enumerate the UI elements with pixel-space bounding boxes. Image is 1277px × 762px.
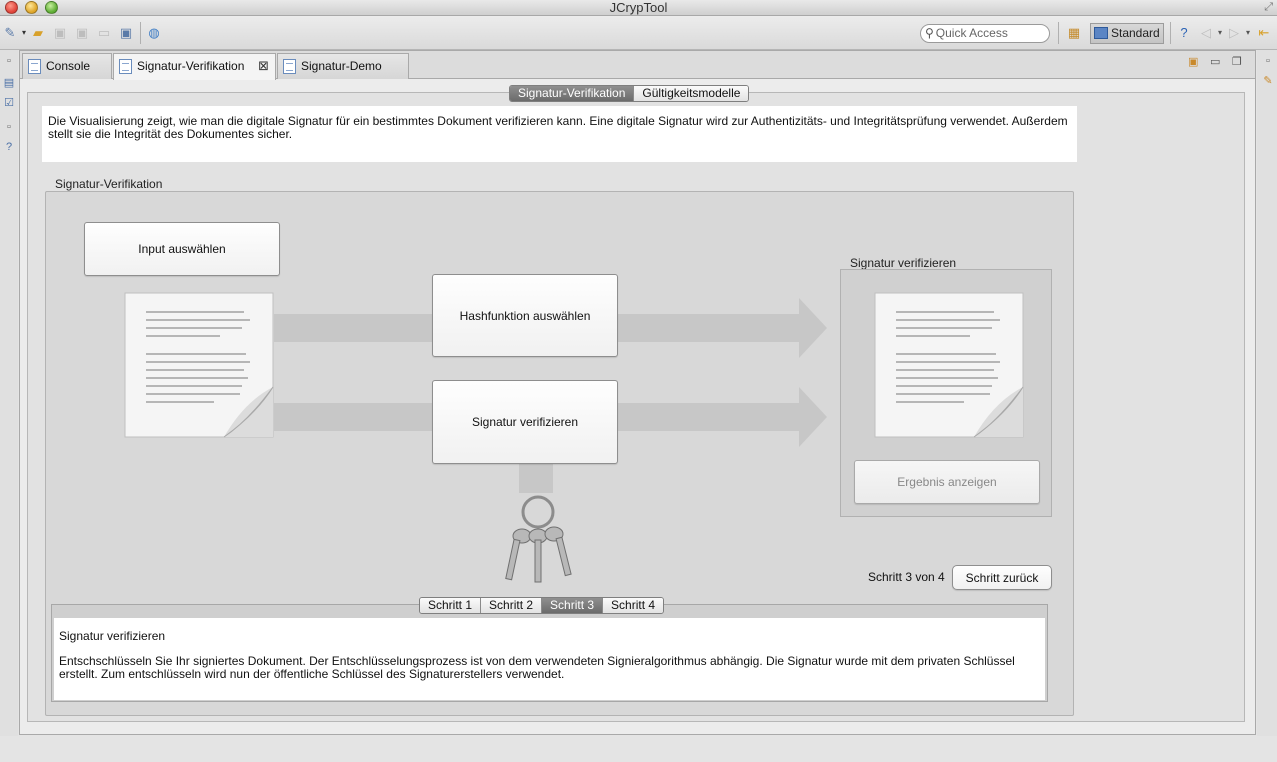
step-description-body: Entschschlüsseln Sie Ihr signiertes Doku… [59,654,1015,681]
group-label: Signatur-Verifikation [55,177,163,191]
open-folder-icon[interactable]: ▰ [30,25,46,41]
hash-function-label: Hashfunktion auswählen [459,308,591,323]
fullscreen-icon[interactable]: ⤢ [1264,1,1273,14]
tab-label: Signatur-Verifikation [137,59,245,73]
view-switch-gueltigkeitsmodelle[interactable]: Gültigkeitsmodelle [633,86,749,101]
close-tab-icon[interactable]: ⊠ [258,54,269,78]
document-icon [119,59,132,74]
toolbar-separator [140,22,141,44]
step-back-label: Schritt zurück [965,570,1039,585]
step-description-title: Signatur verifizieren [59,629,166,643]
status-bar [0,736,1277,762]
open-perspective-icon[interactable]: ▦ [1066,25,1082,41]
maximize-icon[interactable]: ❐ [1232,55,1242,68]
step-back-button[interactable]: Schritt zurück [952,565,1052,590]
step-3-segment[interactable]: Schritt 3 [541,598,603,613]
main-toolbar: ✎ ▾ ▰ ▣ ▣ ▭ ▣ ◍ ⚲ Quick Access ▦ Standard… [0,16,1277,50]
toolbar-separator [1058,22,1059,44]
algorithms-icon[interactable]: ☑ [2,96,16,110]
quick-access-placeholder: Quick Access [935,26,1008,40]
restore-icon[interactable]: ▫ [2,120,16,134]
tab-console[interactable]: Console [22,53,112,79]
save-all-icon[interactable]: ▣ [74,25,90,41]
restore-icon[interactable]: ▫ [2,54,16,68]
tools-icon[interactable]: ✎ [1261,74,1275,88]
step-4-segment[interactable]: Schritt 4 [602,598,664,613]
search-icon: ⚲ [925,26,934,40]
show-result-button[interactable]: Ergebnis anzeigen [854,460,1040,504]
pin-icon[interactable]: ⇤ [1256,25,1272,41]
tab-label: Console [46,59,91,73]
tab-label: Signatur-Demo [301,59,382,73]
hash-function-button[interactable]: Hashfunktion auswählen [432,274,618,357]
verify-signature-label: Signatur verifizieren [471,415,579,429]
view-switch-signatur-verifikation[interactable]: Signatur-Verifikation [510,86,634,101]
window-titlebar: JCrypTool ⤢ [0,0,1277,16]
editor-tab-strip: Console Signatur-Verifikation ⊠ Signatur… [20,51,1255,80]
new-view-icon[interactable]: ▣ [1188,55,1198,68]
left-trim-bar: ▫ ▤ ☑ ▫ ? [0,50,18,762]
window-title: JCrypTool [609,0,668,15]
quick-access-input[interactable]: ⚲ Quick Access [920,24,1050,43]
right-trim-bar: ▫ ✎ [1257,50,1277,762]
minimize-icon[interactable]: ▭ [1210,55,1220,68]
perspective-standard-button[interactable]: Standard [1090,23,1164,44]
console-view-icon[interactable]: ▣ [118,25,134,41]
view-switch: Signatur-Verifikation Gültigkeitsmodelle [509,85,750,102]
crypto-explorer-icon[interactable]: ▤ [2,76,16,90]
arrow-hash-head [799,298,827,358]
input-select-button[interactable]: Input auswählen [84,222,280,276]
keys-icon [505,495,572,583]
step-1-segment[interactable]: Schritt 1 [420,598,481,613]
help-icon[interactable]: ? [1176,25,1192,41]
document-icon [283,59,296,74]
document-icon [124,292,274,438]
input-select-label: Input auswählen [138,242,226,256]
intro-text: Die Visualisierung zeigt, wie man die di… [42,106,1077,162]
save-icon[interactable]: ▣ [52,25,68,41]
help-view-icon[interactable]: ? [2,140,16,154]
print-icon[interactable]: ▭ [96,25,112,41]
restore-icon[interactable]: ▫ [1261,54,1275,68]
perspective-icon [1094,27,1108,39]
perspective-label: Standard [1111,26,1160,40]
tab-signatur-demo[interactable]: Signatur-Demo [277,53,409,79]
toolbar-separator [1170,22,1171,44]
result-group-label: Signatur verifizieren [850,256,957,270]
verify-signature-button[interactable]: Signatur verifizieren [432,380,618,464]
globe-icon[interactable]: ◍ [146,25,162,41]
step-2-segment[interactable]: Schritt 2 [480,598,542,613]
arrow-verify-head [799,387,827,447]
console-icon [28,59,41,74]
step-counter: Schritt 3 von 4 [868,570,945,584]
step-description: Signatur verifizieren Entschschlüsseln S… [54,618,1045,700]
key-connector [519,463,553,493]
document-icon [874,292,1024,438]
tab-signatur-verifikation[interactable]: Signatur-Verifikation ⊠ [113,53,276,80]
show-result-label: Ergebnis anzeigen [897,475,997,489]
step-switch: Schritt 1 Schritt 2 Schritt 3 Schritt 4 [419,597,665,614]
forward-dropdown-chevron-icon[interactable]: ▾ [1240,25,1256,41]
